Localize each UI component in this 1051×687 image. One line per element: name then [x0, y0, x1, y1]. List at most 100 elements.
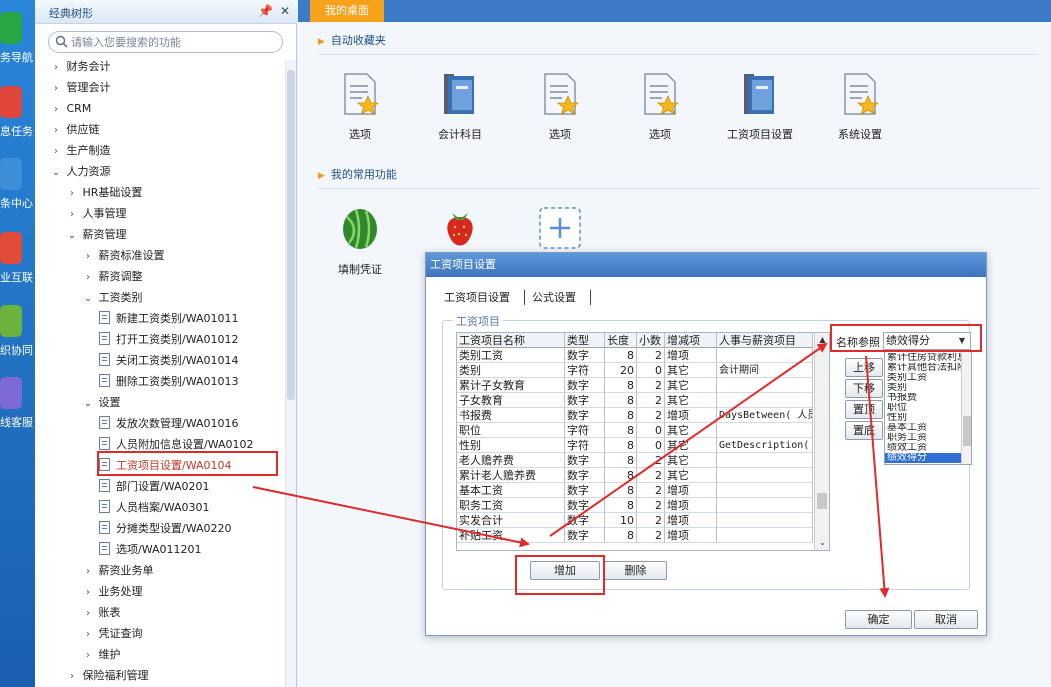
- favorite-item[interactable]: 选项: [325, 72, 395, 152]
- chevron-right-icon[interactable]: ›: [65, 184, 79, 204]
- list-item[interactable]: 累计其他合法扣除: [885, 363, 961, 373]
- ok-button[interactable]: 确定: [845, 610, 912, 629]
- tree-item[interactable]: › 管理会计: [49, 78, 111, 98]
- tree-item[interactable]: 分摊类型设置/WA0220: [99, 519, 232, 539]
- table-row[interactable]: 职务工资 数字 8 2 增项: [457, 498, 829, 513]
- tree-item[interactable]: › 账表: [81, 603, 121, 623]
- table-row[interactable]: 子女教育 数字 8 2 其它: [457, 393, 829, 408]
- chevron-down-icon[interactable]: ⌄: [49, 163, 63, 183]
- tree-item[interactable]: › 供应链: [49, 120, 100, 140]
- rail-item[interactable]: 线客服: [0, 377, 35, 437]
- tab-formula[interactable]: 公式设置: [532, 289, 576, 307]
- tree-item[interactable]: 发放次数管理/WA01016: [99, 414, 239, 434]
- chevron-right-icon[interactable]: ›: [65, 667, 79, 687]
- tree-scrollbar-thumb[interactable]: [287, 70, 295, 400]
- tree-item[interactable]: › HR基础设置: [65, 183, 142, 203]
- tree-item[interactable]: 人员档案/WA0301: [99, 498, 210, 518]
- favorite-item[interactable]: 选项: [625, 72, 695, 152]
- search-input[interactable]: [71, 34, 276, 50]
- chevron-down-icon[interactable]: ⌄: [65, 226, 79, 246]
- chevron-right-icon[interactable]: ›: [49, 100, 63, 120]
- chevron-right-icon[interactable]: ›: [81, 268, 95, 288]
- favorite-item[interactable]: 系统设置: [825, 72, 895, 152]
- tree-item[interactable]: 部门设置/WA0201: [99, 477, 210, 497]
- name-ref-list[interactable]: 累计住房贷款利息 累计其他合法扣除 类别工资 类别 书报费 职位 性别 基本工资 职务工资 绩效工…: [884, 351, 972, 465]
- pin-icon[interactable]: 📌: [258, 4, 273, 18]
- chevron-down-icon[interactable]: ⌄: [81, 289, 95, 309]
- table-row[interactable]: 职位 字符 8 0 其它: [457, 423, 829, 438]
- table-row[interactable]: 类别 字符 20 0 其它 会计期间: [457, 363, 829, 378]
- tree-item[interactable]: › 保险福利管理: [65, 666, 149, 686]
- cancel-button[interactable]: 取消: [914, 610, 978, 629]
- list-item[interactable]: 类别工资: [885, 373, 961, 383]
- table-row[interactable]: 类别工资 数字 8 2 增项: [457, 348, 829, 363]
- tree-item[interactable]: 新建工资类别/WA01011: [99, 309, 239, 329]
- table-row[interactable]: 累计老人赡养费 数字 8 2 其它: [457, 468, 829, 483]
- move-up-button[interactable]: 上移: [845, 358, 883, 377]
- tree-item[interactable]: › 人事管理: [65, 204, 127, 224]
- table-row[interactable]: 性别 字符 8 0 其它 GetDescription( ,: [457, 438, 829, 453]
- rail-item[interactable]: 织协同: [0, 305, 35, 365]
- tree-item[interactable]: › 财务会计: [49, 57, 111, 77]
- list-item[interactable]: 基本工资: [885, 423, 961, 433]
- tree-item[interactable]: › 业务处理: [81, 582, 143, 602]
- grid-scrollbar-thumb[interactable]: [817, 493, 827, 509]
- tab-my-desktop[interactable]: 我的桌面: [310, 0, 384, 22]
- chevron-right-icon[interactable]: ›: [81, 625, 95, 645]
- name-list-scrollbar[interactable]: [961, 352, 971, 464]
- rail-item[interactable]: 业互联: [0, 232, 35, 292]
- delete-button[interactable]: 删除: [604, 561, 667, 580]
- tree-item[interactable]: › CRM: [49, 99, 91, 119]
- list-item[interactable]: 绩效工资: [885, 443, 961, 453]
- list-item[interactable]: 性别: [885, 413, 961, 423]
- table-row[interactable]: 累计子女教育 数字 8 2 其它: [457, 378, 829, 393]
- tree-item[interactable]: ⌄ 人力资源: [49, 162, 111, 182]
- chevron-right-icon[interactable]: ›: [49, 121, 63, 141]
- move-down-button[interactable]: 下移: [845, 379, 883, 398]
- chevron-right-icon[interactable]: ›: [81, 583, 95, 603]
- tree-item[interactable]: › 凭证查询: [81, 624, 143, 644]
- chevron-right-icon[interactable]: ›: [65, 205, 79, 225]
- tree-item[interactable]: ⌄ 薪资管理: [65, 225, 127, 245]
- chevron-right-icon[interactable]: ›: [49, 79, 63, 99]
- favorite-item[interactable]: 选项: [525, 72, 595, 152]
- rail-item[interactable]: 息任务: [0, 86, 35, 146]
- list-item[interactable]: 类别: [885, 383, 961, 393]
- tree-item[interactable]: 打开工资类别/WA01012: [99, 330, 239, 350]
- list-item[interactable]: 职位: [885, 403, 961, 413]
- scroll-up-icon[interactable]: ▲: [815, 333, 830, 347]
- tree-item[interactable]: › 生产制造: [49, 141, 111, 161]
- move-top-button[interactable]: 置顶: [845, 400, 883, 419]
- tree-scrollbar[interactable]: [285, 60, 296, 687]
- favorite-item[interactable]: 会计科目: [425, 72, 495, 152]
- scroll-down-icon[interactable]: ⌄: [815, 536, 830, 550]
- close-icon[interactable]: ✕: [278, 4, 292, 18]
- chevron-down-icon[interactable]: ⌄: [81, 394, 95, 414]
- list-item[interactable]: 绩效得分: [885, 453, 961, 463]
- chevron-right-icon[interactable]: ›: [81, 604, 95, 624]
- table-row[interactable]: 书报费 数字 8 2 增项 DaysBetween( 人员: [457, 408, 829, 423]
- table-row[interactable]: 基本工资 数字 8 2 增项: [457, 483, 829, 498]
- tree-item[interactable]: 关闭工资类别/WA01014: [99, 351, 239, 371]
- move-bottom-button[interactable]: 置底: [845, 421, 883, 440]
- rail-item[interactable]: 务导航: [0, 12, 35, 72]
- list-item[interactable]: 书报费: [885, 393, 961, 403]
- grid-scrollbar[interactable]: ▲ ⌄: [814, 333, 829, 550]
- chevron-right-icon[interactable]: ›: [81, 646, 95, 666]
- table-row[interactable]: 实发合计 数字 10 2 增项: [457, 513, 829, 528]
- tree-item[interactable]: › 薪资调整: [81, 267, 143, 287]
- tree-item[interactable]: › 薪资业务单: [81, 561, 154, 581]
- table-row[interactable]: 老人赡养费 数字 8 2 其它: [457, 453, 829, 468]
- tree-item[interactable]: › 薪资标准设置: [81, 246, 165, 266]
- tree-item[interactable]: ⌄ 设置: [81, 393, 121, 413]
- tree-item[interactable]: 删除工资类别/WA01013: [99, 372, 239, 392]
- tab-salary-items[interactable]: 工资项目设置: [444, 289, 510, 307]
- rail-item[interactable]: 条中心: [0, 158, 35, 218]
- name-list-scrollbar-thumb[interactable]: [963, 416, 971, 446]
- list-item[interactable]: 职务工资: [885, 433, 961, 443]
- tree-item[interactable]: › 维护: [81, 645, 121, 665]
- chevron-right-icon[interactable]: ›: [49, 58, 63, 78]
- search-icon[interactable]: [55, 35, 68, 48]
- favorite-item[interactable]: 工资项目设置: [725, 72, 795, 152]
- chevron-right-icon[interactable]: ›: [49, 142, 63, 162]
